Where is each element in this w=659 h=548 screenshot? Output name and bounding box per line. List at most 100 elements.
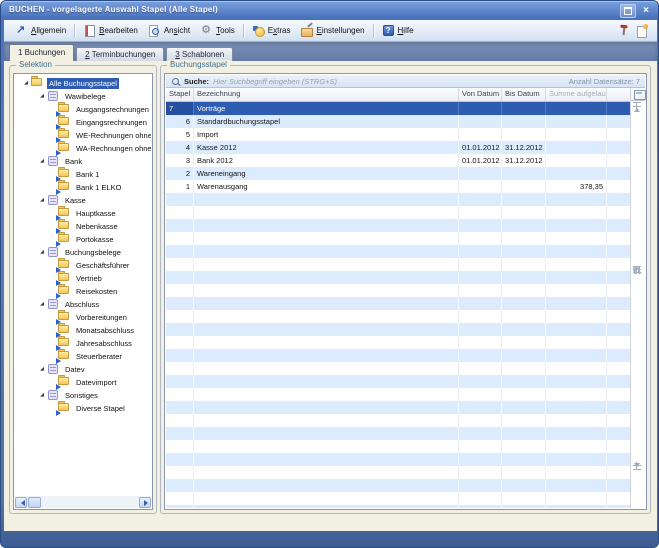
search-input[interactable]: Hier Suchbegriff eingeben (STRG+S)	[213, 77, 569, 86]
table-row-empty[interactable]	[166, 271, 630, 284]
tree-item[interactable]: Monatsabschluss	[15, 324, 151, 337]
column-header-summe[interactable]: Summe aufgelaufen	[546, 88, 607, 101]
table-row-empty[interactable]	[166, 505, 630, 508]
table-row-empty[interactable]	[166, 219, 630, 232]
table-row-empty[interactable]	[166, 466, 630, 479]
tab-terminbuchungen[interactable]: 2 Terminbuchungen	[76, 47, 164, 61]
cell-extra	[607, 479, 630, 492]
cell-bezeichnung	[194, 310, 459, 323]
table-row[interactable]: 6Standardbuchungsstapel	[166, 115, 630, 128]
table-row-empty[interactable]	[166, 284, 630, 297]
menu-item-hilfe[interactable]: Hilfe	[377, 22, 419, 40]
expander-icon[interactable]	[37, 300, 47, 309]
table-row-empty[interactable]	[166, 232, 630, 245]
table-row-empty[interactable]	[166, 453, 630, 466]
expander-icon[interactable]	[37, 391, 47, 400]
scroll-left-icon[interactable]	[15, 497, 27, 508]
column-header-bis-datum[interactable]: Bis Datum	[502, 88, 546, 101]
tree-item[interactable]: Reisekosten	[15, 285, 151, 298]
tree-item[interactable]: Bank 1	[15, 168, 151, 181]
table-row-empty[interactable]	[166, 414, 630, 427]
menu-item-ansicht[interactable]: Ansicht	[143, 22, 195, 40]
tree-item[interactable]: Vorbereitungen	[15, 311, 151, 324]
tree-item[interactable]: Datev	[15, 363, 151, 376]
column-header-bezeichnung[interactable]: Bezeichnung	[194, 88, 459, 101]
table-row-empty[interactable]	[166, 258, 630, 271]
table-row-empty[interactable]	[166, 310, 630, 323]
tree-item[interactable]: Diverse Stapel	[15, 402, 151, 415]
tree-horizontal-scrollbar[interactable]	[15, 496, 151, 508]
table-row-empty[interactable]	[166, 375, 630, 388]
tree-item[interactable]: Wawibelege	[15, 90, 151, 103]
cell-stapel	[166, 219, 194, 232]
tree-item[interactable]: Bank 1 ELKO	[15, 181, 151, 194]
scrollbar-thumb[interactable]	[28, 497, 41, 508]
table-row-empty[interactable]	[166, 349, 630, 362]
tree-item[interactable]: Ausgangsrechnungen	[15, 103, 151, 116]
tree-item[interactable]: Datevimport	[15, 376, 151, 389]
table-row[interactable]: 5Import	[166, 128, 630, 141]
table-row-empty[interactable]	[166, 427, 630, 440]
table-row-empty[interactable]	[166, 440, 630, 453]
table-row-empty[interactable]	[166, 336, 630, 349]
tree-item[interactable]: Jahresabschluss	[15, 337, 151, 350]
tree-item[interactable]: Sonstiges	[15, 389, 151, 402]
expander-icon[interactable]	[37, 157, 47, 166]
table-row-empty[interactable]	[166, 401, 630, 414]
table-row[interactable]: 2Wareneingang	[166, 167, 630, 180]
restore-window-icon[interactable]	[620, 4, 636, 18]
tree-item[interactable]: WA-Rechnungen ohne Wawi	[15, 142, 151, 155]
table-row-empty[interactable]	[166, 245, 630, 258]
tree-item[interactable]: Buchungsbelege	[15, 246, 151, 259]
stack-icon	[47, 364, 60, 375]
table-row-empty[interactable]	[166, 479, 630, 492]
column-header-von-datum[interactable]: Von Datum	[459, 88, 502, 101]
tree-item[interactable]: Eingangsrechnungen	[15, 116, 151, 129]
tree-item[interactable]: Portokasse	[15, 233, 151, 246]
table-row[interactable]: 4Kasse 201201.01.201231.12.2012	[166, 141, 630, 154]
menu-item-extras[interactable]: Extras	[247, 22, 296, 40]
table-row-empty[interactable]	[166, 323, 630, 336]
menu-item-einstellungen[interactable]: Einstellungen	[295, 22, 369, 40]
menu-item-allgemein[interactable]: Allgemein	[10, 22, 71, 40]
pin-icon[interactable]	[617, 23, 629, 37]
menu-item-tools[interactable]: Tools	[195, 22, 240, 40]
scroll-right-icon[interactable]	[139, 497, 151, 508]
expander-icon[interactable]	[37, 365, 47, 374]
expander-icon[interactable]	[21, 79, 31, 88]
tree-item[interactable]: Abschluss	[15, 298, 151, 311]
table-row[interactable]: 1Warenausgang378,35	[166, 180, 630, 193]
table-row-empty[interactable]	[166, 492, 630, 505]
tree-item[interactable]: Steuerberater	[15, 350, 151, 363]
table-row-empty[interactable]	[166, 297, 630, 310]
tree-item[interactable]: Nebenkasse	[15, 220, 151, 233]
table-row[interactable]: 7Vorträge	[166, 102, 630, 115]
tree-item[interactable]: Hauptkasse	[15, 207, 151, 220]
table-row-empty[interactable]	[166, 388, 630, 401]
table-row-empty[interactable]	[166, 206, 630, 219]
tree-item[interactable]: Vertrieb	[15, 272, 151, 285]
table-row[interactable]: 3Bank 201201.01.201231.12.2012	[166, 154, 630, 167]
tree-item[interactable]: Geschäftsführer	[15, 259, 151, 272]
tree-item[interactable]: Bank	[15, 155, 151, 168]
tree-item[interactable]: WE-Rechnungen ohne Wawi	[15, 129, 151, 142]
tree-item-label: Vorbereitungen	[74, 312, 129, 323]
expander-icon[interactable]	[37, 248, 47, 257]
cell-von-datum	[459, 310, 502, 323]
column-header-stapel[interactable]: Stapel	[166, 88, 194, 101]
close-icon[interactable]: ×	[641, 5, 651, 17]
menu-item-bearbeiten[interactable]: Bearbeiten	[78, 22, 143, 40]
expander-icon[interactable]	[37, 196, 47, 205]
cell-von-datum	[459, 245, 502, 258]
search-bar[interactable]: Suche: Hier Suchbegriff eingeben (STRG+S…	[166, 75, 645, 88]
column-chooser-icon[interactable]	[634, 90, 646, 100]
tab-schablonen[interactable]: 3 Schablonen	[166, 47, 233, 61]
table-row-empty[interactable]	[166, 193, 630, 206]
tab-buchungen[interactable]: 1 Buchungen	[9, 44, 74, 61]
tree-item[interactable]: Alle Buchungsstapel	[15, 77, 151, 90]
tree-item[interactable]: Kasse	[15, 194, 151, 207]
note-icon[interactable]	[637, 25, 647, 37]
stack-icon	[47, 390, 60, 401]
expander-icon[interactable]	[37, 92, 47, 101]
table-row-empty[interactable]	[166, 362, 630, 375]
